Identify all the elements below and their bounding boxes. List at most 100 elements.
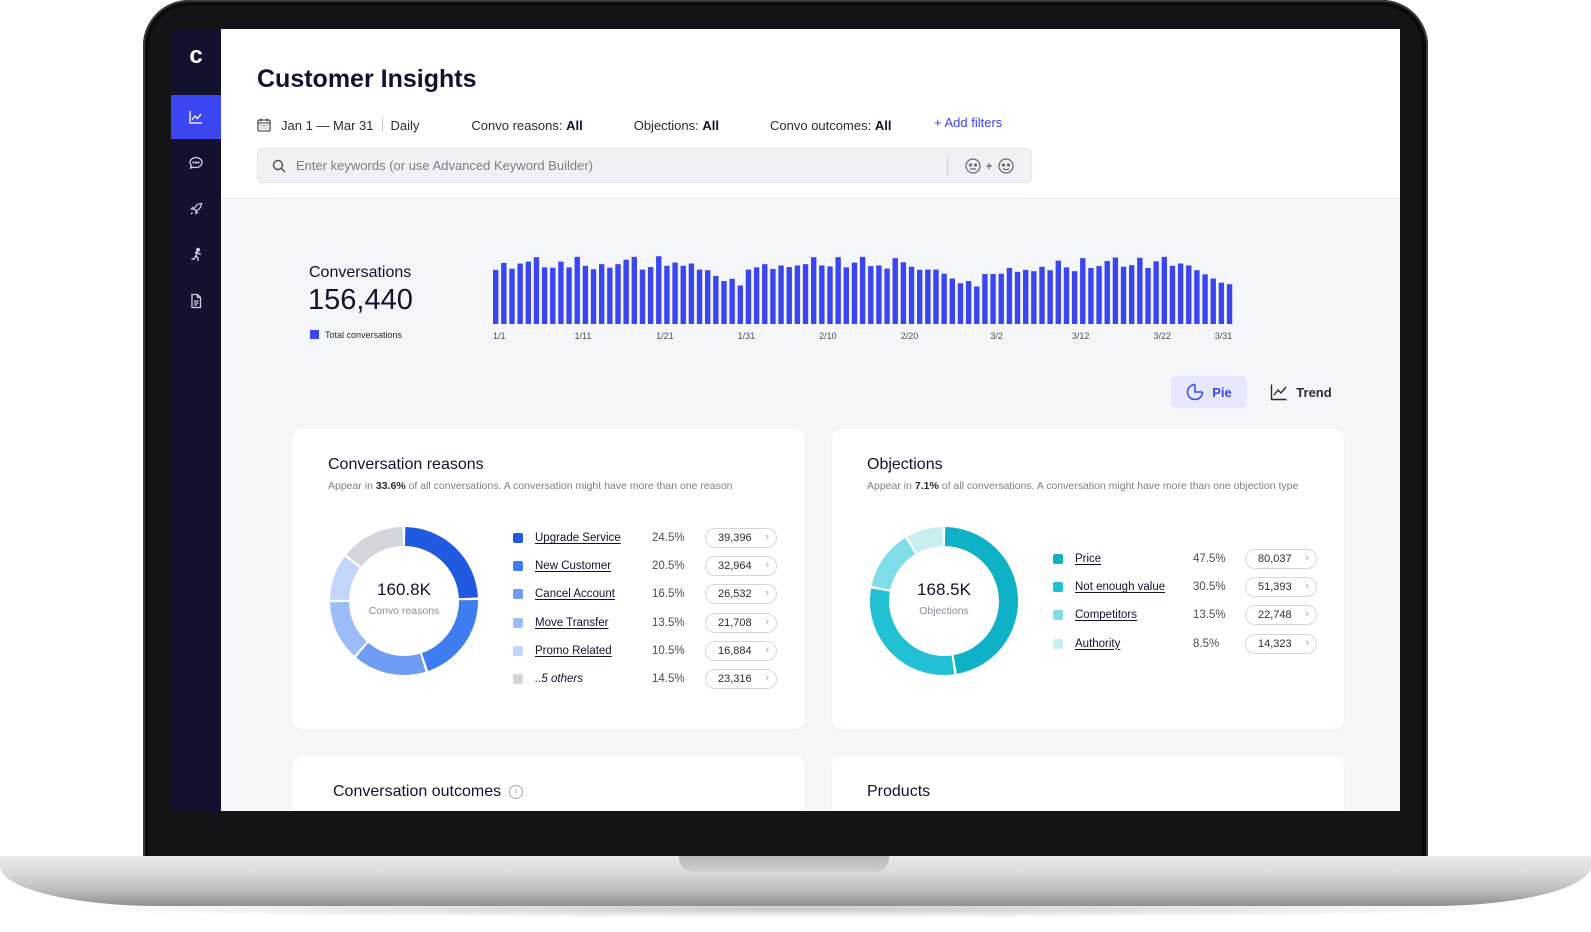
bar-3/22[interactable] — [1153, 261, 1159, 324]
legend-item-link[interactable]: Not enough value — [1075, 581, 1165, 593]
bar-2/24[interactable] — [933, 269, 939, 324]
bar-2/15[interactable] — [859, 256, 866, 324]
bar-3/27[interactable] — [1194, 270, 1200, 324]
bar-2/23[interactable] — [925, 269, 931, 324]
bar-3/26[interactable] — [1186, 265, 1192, 324]
bar-1/22[interactable] — [664, 265, 670, 324]
bar-3/3[interactable] — [998, 273, 1004, 324]
bar-3/19[interactable] — [1129, 265, 1135, 324]
bar-1/16[interactable] — [615, 264, 621, 324]
bar-3/13[interactable] — [1080, 258, 1086, 324]
bar-2/2[interactable] — [753, 267, 760, 324]
donut-slice[interactable] — [907, 527, 944, 554]
bar-2/12[interactable] — [835, 257, 841, 324]
sidebar-item-conversations[interactable] — [171, 141, 221, 185]
count-pill[interactable]: 80,037 › — [1245, 549, 1317, 569]
bar-3/10[interactable] — [1055, 260, 1061, 324]
bar-2/5[interactable] — [778, 265, 784, 324]
bar-3/5[interactable] — [1014, 271, 1021, 324]
count-pill[interactable]: 32,964 › — [705, 556, 777, 577]
bar-2/7[interactable] — [794, 265, 801, 324]
bar-3/7[interactable] — [1031, 271, 1037, 324]
bar-3/23[interactable] — [1161, 256, 1167, 324]
bar-3/20[interactable] — [1137, 257, 1143, 324]
count-pill[interactable]: 21,708 › — [705, 612, 777, 633]
bar-2/28[interactable] — [965, 281, 972, 324]
bar-2/8[interactable] — [802, 264, 809, 324]
bar-3/25[interactable] — [1177, 263, 1184, 324]
donut-slice[interactable] — [356, 642, 426, 676]
bar-1/30[interactable] — [729, 278, 735, 324]
bar-2/4[interactable] — [770, 268, 776, 324]
bar-3/17[interactable] — [1112, 257, 1119, 325]
sidebar-item-activity[interactable] — [171, 233, 221, 277]
bar-1/12[interactable] — [582, 265, 589, 324]
bar-2/14[interactable] — [851, 262, 858, 324]
bar-1/2[interactable] — [501, 262, 507, 324]
bar-1/5[interactable] — [525, 261, 531, 324]
bar-2/27[interactable] — [957, 283, 964, 324]
bar-3/28[interactable] — [1202, 274, 1208, 324]
granularity-select[interactable]: Daily — [391, 118, 420, 133]
legend-item-link[interactable]: Cancel Account — [535, 588, 615, 600]
legend-item-link[interactable]: ..5 others — [535, 673, 583, 685]
bar-3/21[interactable] — [1145, 268, 1151, 324]
bar-1/10[interactable] — [566, 267, 572, 324]
bar-2/17[interactable] — [876, 265, 882, 324]
bar-1/13[interactable] — [590, 269, 597, 324]
bar-2/25[interactable] — [941, 273, 947, 324]
count-pill[interactable]: 23,316 › — [705, 669, 777, 689]
bar-3/31[interactable] — [1226, 284, 1233, 324]
legend-item-link[interactable]: Competitors — [1075, 609, 1137, 621]
count-pill[interactable]: 51,393 › — [1245, 577, 1317, 598]
legend-item-link[interactable]: New Customer — [535, 560, 611, 572]
legend-item-link[interactable]: Promo Related — [535, 645, 612, 657]
bar-1/7[interactable] — [541, 267, 548, 324]
bar-1/28[interactable] — [713, 275, 719, 324]
bar-2/6[interactable] — [786, 267, 792, 324]
keyword-builder-icon[interactable] — [964, 157, 1016, 175]
bar-2/1[interactable] — [745, 269, 752, 324]
bar-2/22[interactable] — [917, 269, 923, 324]
bar-3/12[interactable] — [1071, 271, 1078, 324]
bar-3/24[interactable] — [1169, 265, 1176, 324]
bar-1/11[interactable] — [574, 256, 580, 324]
bar-2/26[interactable] — [949, 278, 955, 325]
bar-1/20[interactable] — [647, 267, 654, 324]
bar-3/15[interactable] — [1096, 266, 1102, 324]
bar-2/16[interactable] — [868, 266, 874, 324]
trend-view-button[interactable]: Trend — [1261, 376, 1341, 408]
filter-objections[interactable]: Objections: All — [634, 118, 719, 133]
bar-1/3[interactable] — [509, 268, 515, 324]
bar-1/1[interactable] — [493, 269, 499, 324]
bar-1/18[interactable] — [631, 256, 637, 324]
bar-1/8[interactable] — [550, 267, 556, 324]
bar-2/11[interactable] — [827, 266, 833, 324]
bar-3/29[interactable] — [1210, 278, 1216, 325]
bar-3/11[interactable] — [1063, 267, 1070, 324]
bar-1/21[interactable] — [656, 256, 662, 324]
bar-1/29[interactable] — [721, 281, 727, 324]
count-pill[interactable]: 16,884 › — [705, 640, 777, 661]
bar-3/18[interactable] — [1120, 266, 1127, 324]
bar-2/13[interactable] — [843, 267, 849, 324]
count-pill[interactable]: 22,748 › — [1245, 605, 1317, 626]
bar-1/26[interactable] — [696, 269, 703, 324]
filter-convo-reasons[interactable]: Convo reasons: All — [471, 118, 582, 133]
bar-1/14[interactable] — [599, 264, 605, 324]
search-input[interactable] — [296, 149, 936, 182]
bar-1/24[interactable] — [680, 265, 686, 324]
bar-2/3[interactable] — [762, 264, 768, 324]
info-icon[interactable]: i — [509, 785, 524, 799]
bar-3/2[interactable] — [990, 274, 996, 324]
bar-1/17[interactable] — [623, 259, 629, 324]
sidebar-item-launch[interactable] — [171, 187, 221, 231]
bar-1/19[interactable] — [639, 269, 646, 324]
bar-1/31[interactable] — [737, 285, 743, 325]
bar-1/15[interactable] — [607, 267, 613, 324]
pie-view-button[interactable]: Pie — [1171, 376, 1247, 408]
bar-3/6[interactable] — [1023, 269, 1029, 324]
bar-1/9[interactable] — [558, 261, 564, 324]
bar-3/8[interactable] — [1039, 266, 1045, 324]
date-range-picker[interactable]: Jan 1 — Mar 31 — [281, 118, 374, 133]
